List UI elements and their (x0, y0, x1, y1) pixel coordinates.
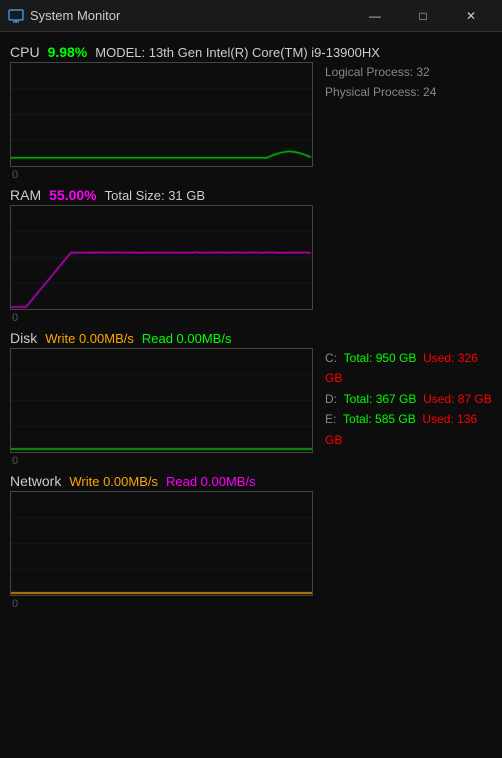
titlebar: System Monitor — □ ✕ (0, 0, 502, 32)
disk-drives-info: C: Total: 950 GB Used: 326 GB D: Total: … (325, 348, 492, 450)
main-content: CPU 9.98% MODEL: 13th Gen Intel(R) Core(… (0, 32, 502, 758)
ram-percent: 55.00% (49, 187, 96, 203)
cpu-logical: Logical Process: 32 (325, 62, 436, 82)
ram-graph (10, 205, 313, 310)
drive-c-letter: C: (325, 351, 337, 365)
window-controls: — □ ✕ (352, 0, 494, 32)
maximize-button[interactable]: □ (400, 0, 446, 32)
cpu-physical: Physical Process: 24 (325, 82, 436, 102)
cpu-header: CPU 9.98% MODEL: 13th Gen Intel(R) Core(… (10, 44, 492, 60)
app-icon (8, 8, 24, 24)
drive-e-letter: E: (325, 412, 336, 426)
disk-label: Disk (10, 330, 37, 346)
disk-drive-e: E: Total: 585 GB Used: 136 GB (325, 409, 492, 450)
cpu-graph-wrapper: 100 0 (10, 62, 313, 167)
minimize-button[interactable]: — (352, 0, 398, 32)
network-graph-wrapper: 100 0 (10, 491, 313, 596)
ram-graph-wrapper: 100 0 (10, 205, 313, 310)
drive-e-total: Total: 585 GB (340, 412, 416, 426)
cpu-model: MODEL: 13th Gen Intel(R) Core(TM) i9-139… (95, 45, 380, 60)
cpu-graph (10, 62, 313, 167)
ram-graph-min: 0 (12, 312, 18, 324)
cpu-percent: 9.98% (48, 44, 88, 60)
ram-total: Total Size: 31 GB (105, 188, 205, 203)
cpu-info: Logical Process: 32 Physical Process: 24 (325, 62, 436, 103)
network-label: Network (10, 473, 61, 489)
disk-graph-min: 0 (12, 455, 18, 467)
drive-c-total: Total: 950 GB (340, 351, 416, 365)
network-graph-min: 0 (12, 598, 18, 610)
disk-graph (10, 348, 313, 453)
close-button[interactable]: ✕ (448, 0, 494, 32)
disk-drive-c: C: Total: 950 GB Used: 326 GB (325, 348, 492, 389)
disk-graph-wrapper: 100 0 (10, 348, 313, 453)
network-graph (10, 491, 313, 596)
disk-read: Read 0.00MB/s (142, 331, 232, 346)
network-read: Read 0.00MB/s (166, 474, 256, 489)
disk-write: Write 0.00MB/s (45, 331, 134, 346)
cpu-label: CPU (10, 44, 40, 60)
window-title: System Monitor (30, 8, 352, 23)
drive-d-total: Total: 367 GB (340, 392, 416, 406)
cpu-graph-min: 0 (12, 169, 18, 181)
drive-d-used: Used: 87 GB (420, 392, 492, 406)
network-header: Network Write 0.00MB/s Read 0.00MB/s (10, 473, 492, 489)
ram-header: RAM 55.00% Total Size: 31 GB (10, 187, 492, 203)
drive-d-letter: D: (325, 392, 337, 406)
ram-label: RAM (10, 187, 41, 203)
disk-drive-d: D: Total: 367 GB Used: 87 GB (325, 389, 492, 409)
disk-header: Disk Write 0.00MB/s Read 0.00MB/s (10, 330, 492, 346)
network-write: Write 0.00MB/s (69, 474, 158, 489)
